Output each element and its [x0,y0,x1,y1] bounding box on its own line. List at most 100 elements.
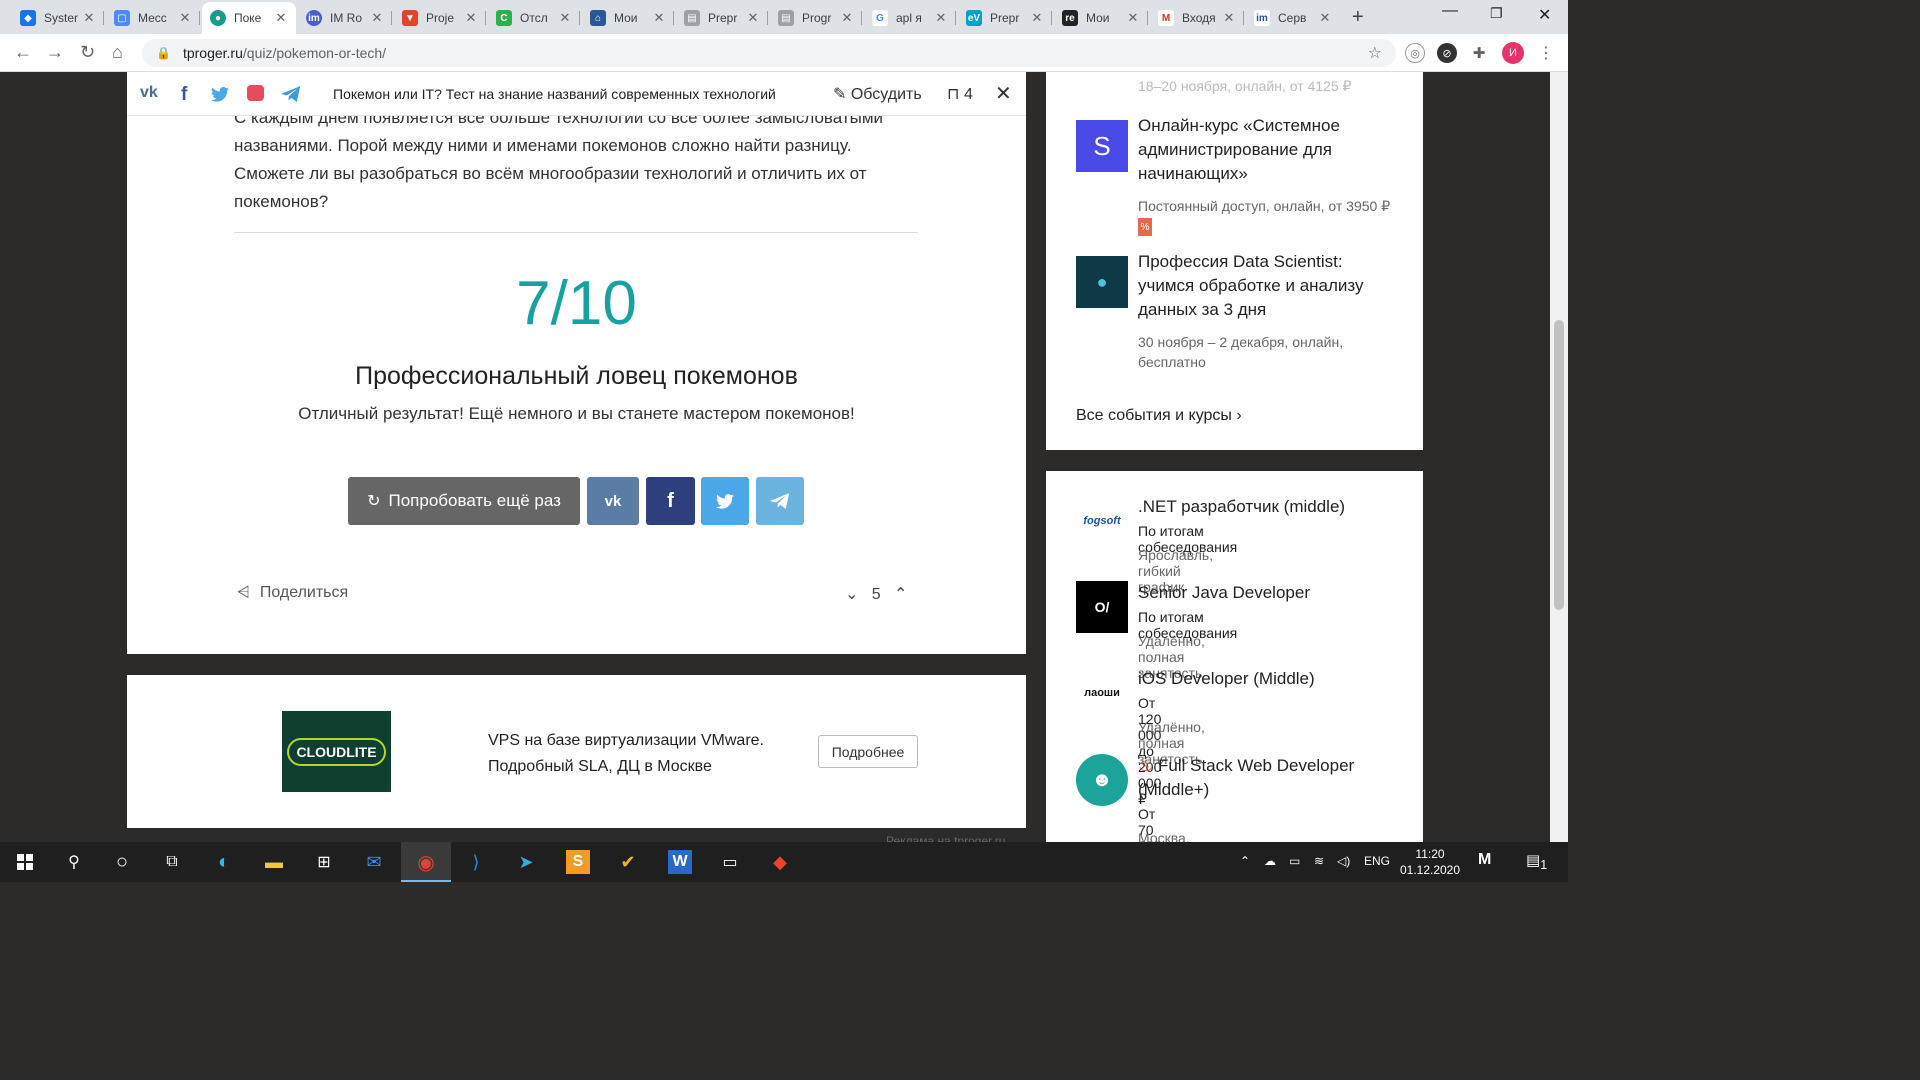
chrome-icon[interactable]: ◉ [414,850,438,874]
chevron-up-icon[interactable]: ⌃ [1240,854,1250,868]
tab-0[interactable]: ◆ Syster ✕ [12,4,104,32]
telegram-app-icon[interactable]: ➤ [514,850,538,874]
ad-more-button[interactable]: Подробнее [818,735,918,768]
task-view-icon[interactable]: ⧉ [160,850,184,874]
close-icon[interactable]: ✕ [1126,10,1140,26]
puzzle-icon[interactable]: ✚ [1469,43,1489,63]
store-icon[interactable]: ⊞ [312,850,336,874]
battery-icon[interactable]: ▭ [1289,854,1300,868]
events-widget: 18–20 ноября, онлайн, от 4125 ₽ S Онлайн… [1046,72,1423,450]
forward-icon[interactable]: → [46,42,64,63]
scrollbar-thumb[interactable] [1554,320,1564,610]
tab-7[interactable]: ▤ Prepr ✕ [676,4,768,32]
page-scrollbar[interactable] [1550,72,1568,842]
extension-icon[interactable]: ⊘ [1437,43,1457,63]
profile-avatar[interactable]: И [1502,42,1524,64]
close-icon[interactable]: ✕ [1222,10,1236,26]
language-indicator[interactable]: ENG [1364,854,1390,868]
telegram-icon[interactable] [281,86,301,108]
facebook-icon[interactable]: f [181,84,187,106]
writer-icon[interactable]: W [668,850,692,874]
close-icon[interactable]: ✕ [82,10,96,26]
tab-favicon: ▢ [114,10,130,26]
notifications-icon[interactable]: ▤1 [1526,851,1547,872]
sublime-icon[interactable]: S [566,850,590,874]
edge-icon[interactable]: ◐ [212,850,236,874]
discuss-label: Обсудить [850,86,922,103]
close-icon[interactable]: ✕ [934,10,948,26]
url-path: /quiz/pokemon-or-tech/ [242,45,387,61]
tab-12[interactable]: M Входя ✕ [1150,4,1244,32]
tab-6[interactable]: ⌂ Мои ✕ [582,4,674,32]
url-input[interactable]: 🔒 tproger.ru/quiz/pokemon-or-tech/ ☆ [142,39,1396,67]
twitter-icon[interactable] [211,86,229,107]
close-icon[interactable]: ✕ [1318,10,1332,26]
close-icon[interactable]: ✕ [274,10,288,26]
menu-icon[interactable]: ⋮ [1536,43,1556,63]
tab-favicon: ▤ [778,10,794,26]
close-icon[interactable]: ✕ [464,10,478,26]
job-title: .NET разработчик (middle) [1138,497,1346,516]
quiz-intro: С каждым днём появляется всё больше техн… [234,108,884,211]
pocket-icon[interactable] [247,85,264,101]
close-icon[interactable]: ✕ [370,10,384,26]
reload-icon[interactable]: ↻ [80,42,95,63]
tab-3[interactable]: im IM Ro ✕ [298,4,392,32]
clock[interactable]: 11:20 01.12.2020 [1398,846,1462,878]
mail-icon[interactable]: ✉ [362,850,386,874]
close-icon[interactable]: ✕ [652,10,666,26]
tab-1[interactable]: ▢ Месс ✕ [106,4,200,32]
minimize-icon[interactable]: — [1442,2,1458,20]
restore-icon[interactable]: ❐ [1490,5,1503,22]
tab-9[interactable]: Gapl я ✕ [864,4,956,32]
close-icon[interactable]: ✕ [840,10,854,26]
bookmark-star-icon[interactable]: ☆ [1368,43,1382,63]
clock-time: 11:20 [1415,847,1445,861]
window-close-icon[interactable]: ✕ [1538,5,1551,25]
back-icon[interactable]: ← [14,42,32,63]
downvote-icon[interactable]: ⌄ [845,586,858,603]
terminal-icon[interactable]: ▭ [718,850,742,874]
close-icon[interactable]: ✕ [995,81,1012,106]
wifi-icon[interactable]: ≋ [1314,854,1324,868]
tab-13[interactable]: im Серв ✕ [1246,4,1340,32]
app-tray-icon[interactable]: M [1478,851,1491,869]
vk-icon[interactable]: vk [140,84,158,102]
cortana-icon[interactable]: ○ [110,850,134,874]
close-icon[interactable]: ✕ [178,10,192,26]
cloudlite-logo[interactable]: CLOUDLITE [282,711,391,792]
volume-icon[interactable]: ◁) [1337,854,1350,868]
cloud-icon[interactable]: ☁ [1264,854,1276,868]
home-icon[interactable]: ⌂ [112,42,123,63]
share-link[interactable]: ⩤ Поделиться [237,584,348,602]
tab-4[interactable]: ▼ Proje ✕ [394,4,486,32]
share-facebook-button[interactable]: f [646,477,695,525]
share-telegram-button[interactable] [756,477,804,525]
new-tab-icon[interactable]: + [1352,6,1364,29]
refresh-icon: ↻ [367,493,381,510]
page-content: С каждым днём появляется всё больше техн… [0,72,1550,842]
tab-11[interactable]: re Мои ✕ [1054,4,1148,32]
windows-start-icon[interactable] [13,850,37,874]
upvote-icon[interactable]: ⌃ [894,586,907,603]
share-vk-button[interactable]: vk [587,477,639,525]
ad-note[interactable]: Реклама на tproger.ru [886,834,1005,842]
close-icon[interactable]: ✕ [1030,10,1044,26]
tab-2-active[interactable]: ● Поке ✕ [202,2,296,34]
file-explorer-icon[interactable]: ▬ [262,850,286,874]
tab-10[interactable]: eV Prepr ✕ [958,4,1052,32]
search-icon[interactable]: ⚲ [62,850,86,874]
discuss-button[interactable]: ✎ Обсудить [833,84,922,104]
bookmark-button[interactable]: ⊓ 4 [947,84,973,104]
share-twitter-button[interactable] [701,477,749,525]
close-icon[interactable]: ✕ [558,10,572,26]
close-icon[interactable]: ✕ [746,10,760,26]
retry-button[interactable]: ↻ Попробовать ещё раз [348,477,580,525]
tab-5[interactable]: C Отсл ✕ [488,4,580,32]
extension-icon[interactable]: ◎ [1405,43,1425,63]
todo-icon[interactable]: ✔ [616,850,640,874]
git-icon[interactable]: ◆ [768,850,792,874]
all-events-link[interactable]: Все события и курсы › [1076,407,1242,425]
tab-8[interactable]: ▤ Progr ✕ [770,4,862,32]
vscode-icon[interactable]: ⟩ [464,850,488,874]
